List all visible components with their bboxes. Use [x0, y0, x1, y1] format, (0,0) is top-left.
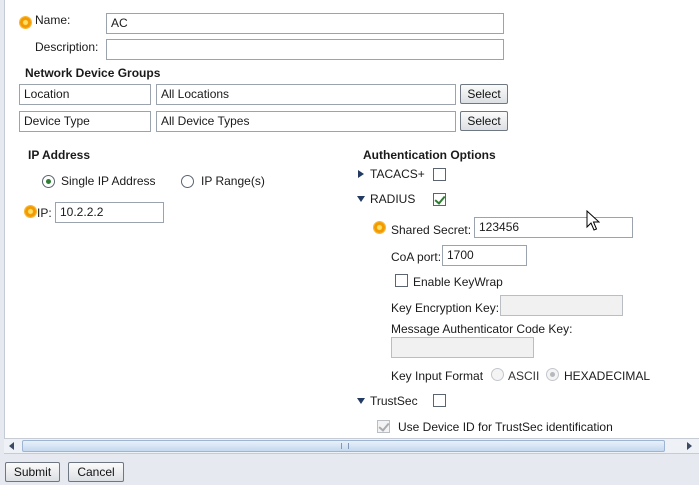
mack-label: Message Authenticator Code Key: [391, 322, 573, 336]
collapse-down-icon[interactable] [357, 196, 365, 202]
kek-label: Key Encryption Key: [391, 301, 500, 315]
device-form-panel: Name: AC Description: Network Device Gro… [4, 0, 699, 438]
description-label: Description: [35, 40, 99, 54]
ndg-device-type-value[interactable]: All Device Types [156, 111, 456, 132]
shared-secret-label: Shared Secret: [391, 223, 472, 237]
hexadecimal-radio[interactable] [546, 368, 559, 381]
scrollbar-grip-icon [341, 443, 349, 449]
tacacs-label: TACACS+ [370, 167, 425, 181]
required-star-icon [374, 222, 385, 233]
ndg-location-value[interactable]: All Locations [156, 84, 456, 105]
device-id-label: Use Device ID for TrustSec identificatio… [398, 420, 613, 434]
kek-input[interactable] [500, 295, 623, 316]
ip-input[interactable]: 10.2.2.2 [55, 202, 164, 223]
ip-range-radio[interactable] [181, 175, 194, 188]
horizontal-scrollbar[interactable] [4, 438, 699, 454]
ndg-device-type-label: Device Type [19, 111, 151, 132]
submit-button[interactable]: Submit [5, 462, 60, 482]
scrollbar-thumb[interactable] [22, 440, 665, 452]
radius-label: RADIUS [370, 192, 416, 206]
single-ip-label: Single IP Address [61, 174, 156, 188]
trustsec-label: TrustSec [370, 394, 418, 408]
key-format-label: Key Input Format [391, 369, 484, 383]
keywrap-checkbox[interactable] [395, 274, 408, 287]
auth-options-title: Authentication Options [363, 148, 496, 162]
collapse-down-icon[interactable] [357, 398, 365, 404]
scroll-left-icon[interactable] [4, 439, 20, 453]
ascii-radio[interactable] [491, 368, 504, 381]
form-footer: Submit Cancel [0, 454, 699, 485]
device-id-checkbox[interactable] [377, 420, 390, 433]
trustsec-checkbox[interactable] [433, 394, 446, 407]
cancel-button[interactable]: Cancel [68, 462, 124, 482]
required-star-icon [20, 17, 31, 28]
mack-input[interactable] [391, 337, 534, 358]
keywrap-label: Enable KeyWrap [413, 275, 503, 289]
ndg-title: Network Device Groups [25, 66, 161, 80]
name-label: Name: [35, 13, 71, 27]
select-location-button[interactable]: Select [460, 84, 508, 104]
coa-port-label: CoA port: [391, 250, 442, 264]
tacacs-checkbox[interactable] [433, 168, 446, 181]
single-ip-radio[interactable] [42, 175, 55, 188]
expand-right-icon[interactable] [358, 170, 364, 178]
radius-checkbox[interactable] [433, 193, 446, 206]
shared-secret-input[interactable]: 123456 [474, 217, 633, 238]
coa-port-input[interactable]: 1700 [442, 245, 527, 266]
ip-address-title: IP Address [28, 148, 91, 162]
hexadecimal-label: HEXADECIMAL [564, 369, 651, 383]
ndg-location-label: Location [19, 84, 151, 105]
description-input[interactable] [106, 39, 504, 60]
ip-range-label: IP Range(s) [201, 174, 265, 188]
scroll-right-icon[interactable] [681, 439, 697, 453]
mouse-pointer-icon [586, 210, 600, 231]
required-star-icon [25, 206, 36, 217]
ip-label: IP: [37, 206, 52, 220]
ascii-label: ASCII [508, 369, 540, 383]
select-device-type-button[interactable]: Select [460, 111, 508, 131]
name-input[interactable]: AC [106, 13, 504, 34]
